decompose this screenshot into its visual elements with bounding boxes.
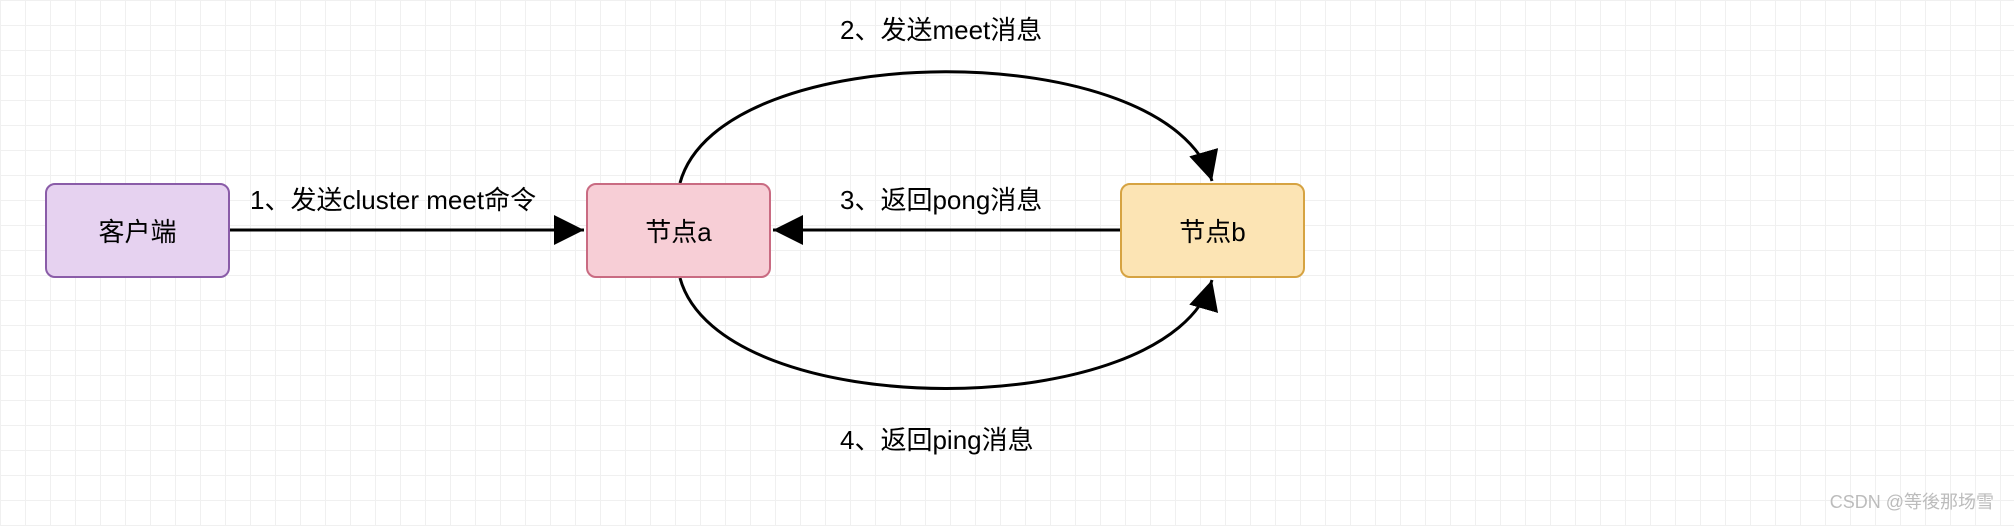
node-a-label: 节点a [645,212,711,249]
node-client: 客户端 [45,183,230,278]
edge-2-curve [680,72,1212,183]
edge-1-label: 1、发送cluster meet命令 [250,180,536,217]
node-b: 节点b [1120,183,1305,278]
node-a: 节点a [586,183,771,278]
edge-2-label: 2、发送meet消息 [840,10,1042,47]
edge-3-label: 3、返回pong消息 [840,180,1042,217]
node-b-label: 节点b [1179,212,1245,249]
edge-4-label: 4、返回ping消息 [840,420,1034,457]
watermark: CSDN @等後那场雪 [1830,488,1994,514]
edge-4-curve [680,278,1212,389]
node-client-label: 客户端 [98,212,176,249]
